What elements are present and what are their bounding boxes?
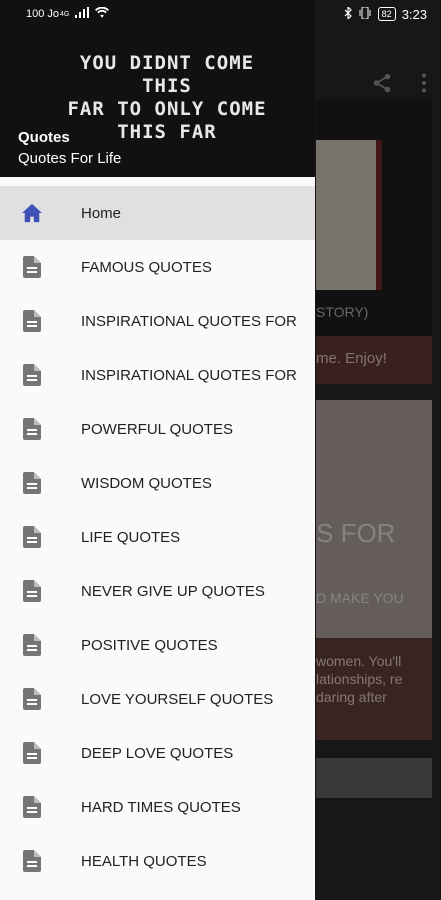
document-icon — [21, 310, 43, 332]
document-icon — [21, 526, 43, 548]
menu-item-positive-quotes[interactable]: POSITIVE QUOTES — [0, 618, 315, 672]
document-icon — [21, 688, 43, 710]
bluetooth-icon — [344, 5, 352, 22]
menu-item-label: NEVER GIVE UP QUOTES — [81, 582, 265, 600]
document-icon — [21, 256, 43, 278]
header-image-line: THIS FAR — [117, 121, 217, 143]
menu-item-label: DEEP LOVE QUOTES — [81, 744, 234, 762]
vibrate-icon — [358, 6, 372, 22]
menu-item-label: HARD TIMES QUOTES — [81, 798, 241, 816]
menu-item-never-give-up-quotes[interactable]: NEVER GIVE UP QUOTES — [0, 564, 315, 618]
header-image-line: YOU DIDNT COME THIS — [79, 52, 255, 97]
status-bar: 100 Jo 4G 82 3:23 — [0, 0, 441, 28]
menu-item-label: POSITIVE QUOTES — [81, 636, 218, 654]
drawer-subtitle: Quotes For Life — [18, 150, 122, 167]
document-icon — [21, 850, 43, 872]
menu-item-label: WISDOM QUOTES — [81, 474, 212, 492]
menu-item-inspirational-quotes-1[interactable]: INSPIRATIONAL QUOTES FOR — [0, 294, 315, 348]
menu-item-famous-quotes[interactable]: FAMOUS QUOTES — [0, 240, 315, 294]
clock: 3:23 — [401, 6, 427, 22]
menu-item-label: LIFE QUOTES — [81, 528, 181, 546]
drawer-title: Quotes — [18, 129, 70, 146]
navigation-drawer: YOU DIDNT COME THIS FAR TO ONLY COME THI… — [0, 0, 315, 900]
signal-icon — [75, 7, 90, 21]
menu-item-home[interactable]: Home — [0, 186, 315, 240]
wifi-icon — [95, 6, 110, 21]
menu-item-love-yourself-quotes[interactable]: LOVE YOURSELF QUOTES — [0, 672, 315, 726]
document-icon — [21, 418, 43, 440]
header-image-line: FAR TO ONLY COME — [67, 98, 267, 120]
home-icon — [21, 202, 43, 224]
menu-item-wisdom-quotes[interactable]: WISDOM QUOTES — [0, 456, 315, 510]
document-icon — [21, 364, 43, 386]
menu-item-health-quotes[interactable]: HEALTH QUOTES — [0, 834, 315, 888]
menu-item-label: FAMOUS QUOTES — [81, 258, 212, 276]
network-type: 4G — [60, 10, 70, 18]
menu-item-powerful-quotes[interactable]: POWERFUL QUOTES — [0, 402, 315, 456]
menu-item-label: INSPIRATIONAL QUOTES FOR — [81, 366, 297, 384]
status-left-text: 100 Jo — [26, 8, 60, 20]
battery-level: 82 — [377, 7, 396, 21]
document-icon — [21, 796, 43, 818]
menu-item-label: Home — [81, 204, 122, 222]
document-icon — [21, 472, 43, 494]
drawer-menu: Home FAMOUS QUOTES INSPIRATIONAL QUOTES … — [0, 186, 315, 888]
header-image: YOU DIDNT COME THIS FAR TO ONLY COME THI… — [52, 52, 282, 144]
menu-item-deep-love-quotes[interactable]: DEEP LOVE QUOTES — [0, 726, 315, 780]
menu-item-label: LOVE YOURSELF QUOTES — [81, 690, 274, 708]
document-icon — [21, 580, 43, 602]
document-icon — [21, 634, 43, 656]
menu-item-inspirational-quotes-2[interactable]: INSPIRATIONAL QUOTES FOR — [0, 348, 315, 402]
menu-item-label: HEALTH QUOTES — [81, 852, 207, 870]
menu-item-label: POWERFUL QUOTES — [81, 420, 233, 438]
menu-item-hard-times-quotes[interactable]: HARD TIMES QUOTES — [0, 780, 315, 834]
menu-item-label: INSPIRATIONAL QUOTES FOR — [81, 312, 297, 330]
document-icon — [21, 742, 43, 764]
menu-item-life-quotes[interactable]: LIFE QUOTES — [0, 510, 315, 564]
